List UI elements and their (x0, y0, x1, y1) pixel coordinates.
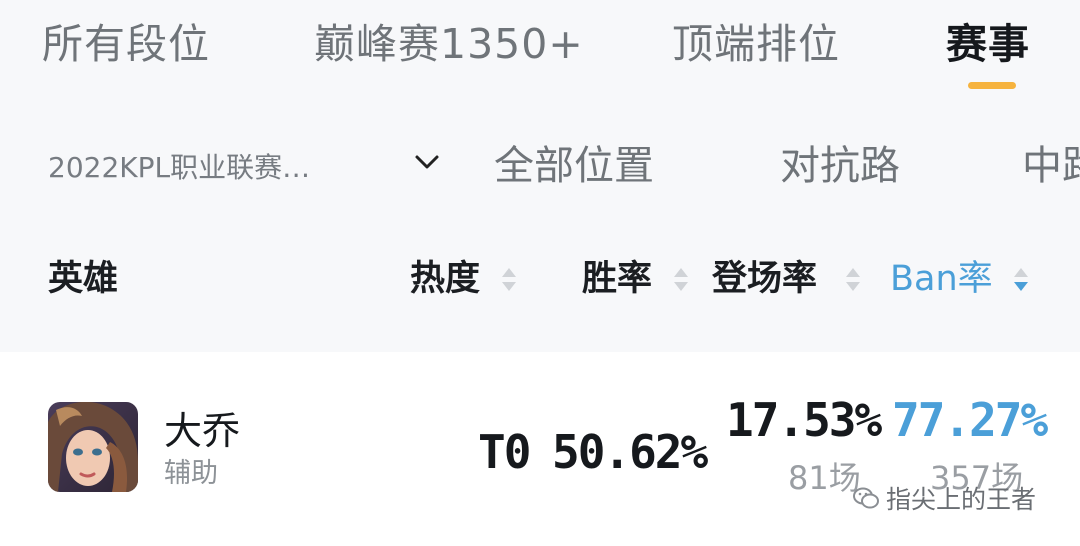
active-tab-indicator (968, 82, 1016, 89)
position-clash-lane[interactable]: 对抗路 (780, 138, 900, 194)
column-pick-rate[interactable]: 登场率 (712, 254, 817, 304)
column-ban-rate[interactable]: Ban率 (890, 254, 993, 304)
watermark-text: 指尖上的王者 (886, 485, 1037, 514)
sort-desc-icon[interactable] (1012, 262, 1030, 296)
tab-tournament[interactable]: 赛事 (946, 14, 1030, 74)
hero-avatar (48, 402, 138, 492)
tier-badge: T0 (478, 425, 531, 479)
position-all[interactable]: 全部位置 (494, 138, 654, 194)
win-rate-value: 50.62% (552, 425, 708, 479)
hero-name: 大乔 (164, 409, 241, 453)
sort-icon[interactable] (844, 262, 862, 296)
sort-icon[interactable] (500, 262, 518, 296)
rank-tabs: 所有段位 巅峰赛1350+ 顶端排位 赛事 (0, 0, 1080, 100)
sort-icon[interactable] (672, 262, 690, 296)
column-hero: 英雄 (48, 259, 119, 299)
pick-count: 81场 (788, 459, 861, 497)
table-header: 英雄 热度 胜率 登场率 Ban率 (0, 244, 1080, 314)
wechat-icon (853, 487, 879, 509)
tab-top-ranked[interactable]: 顶端排位 (672, 14, 840, 74)
pick-rate-value: 17.53% (726, 393, 882, 447)
hero-role: 辅助 (164, 458, 218, 489)
column-heat[interactable]: 热度 (410, 254, 480, 304)
position-mid-lane[interactable]: 中路 (1022, 138, 1080, 194)
column-win-rate[interactable]: 胜率 (582, 254, 652, 304)
watermark: 指尖上的王者 (852, 478, 1036, 518)
ban-rate-value: 77.27% (892, 393, 1048, 447)
season-select[interactable]: 2022KPL职业联赛… (48, 148, 378, 188)
tab-all-ranks[interactable]: 所有段位 (42, 14, 210, 74)
tab-peak-1350[interactable]: 巅峰赛1350+ (314, 14, 584, 74)
chevron-down-icon[interactable] (412, 148, 442, 178)
filter-bar: 2022KPL职业联赛… 全部位置 对抗路 中路 (0, 130, 1080, 202)
